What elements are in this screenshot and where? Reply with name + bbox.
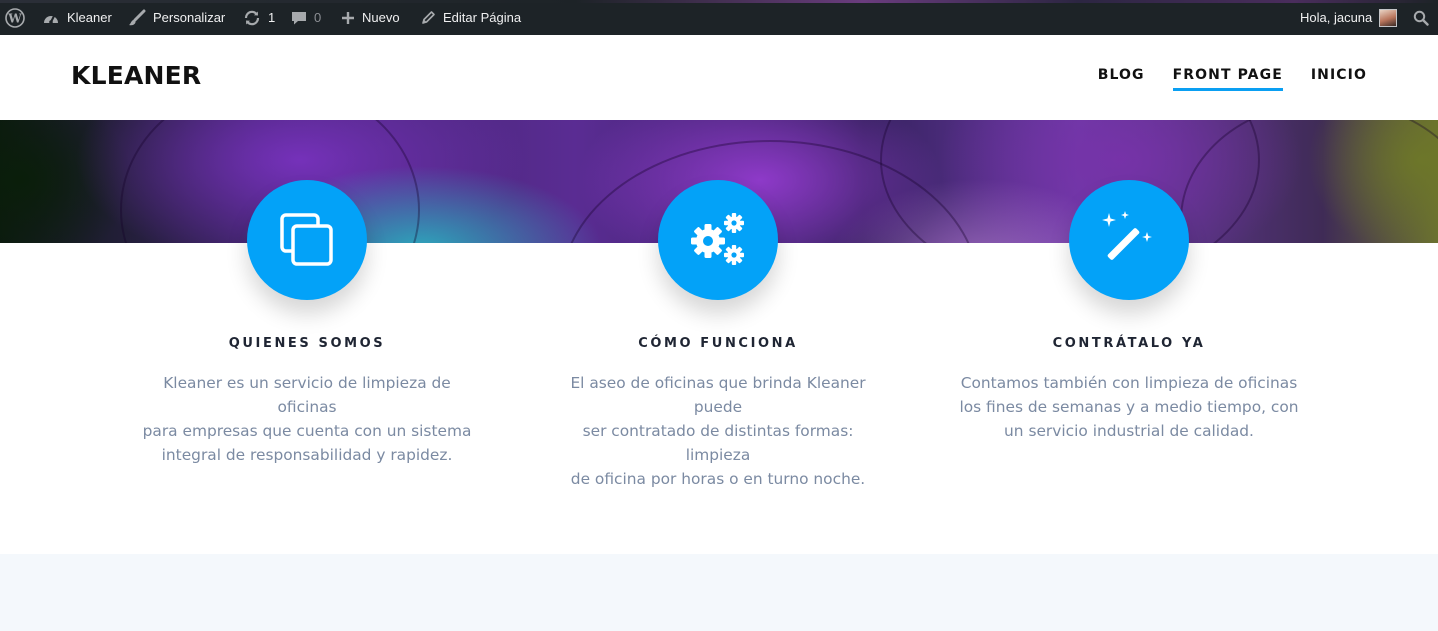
feature-description: Contamos también con limpieza de oficina… <box>959 371 1299 443</box>
site-name-label: Kleaner <box>67 10 112 25</box>
comments-count: 0 <box>314 10 322 25</box>
feature-description-line: los fines de semanas y a medio tiempo, c… <box>959 398 1299 416</box>
search-button[interactable] <box>1413 0 1429 35</box>
feature-description-line: Contamos también con limpieza de oficina… <box>960 374 1298 392</box>
feature-icon-circle <box>247 180 367 300</box>
feature-description-line: ser contratado de distintas formas: limp… <box>582 422 854 464</box>
feature-title: QUIENES SOMOS <box>228 336 386 351</box>
site-logo-text[interactable]: KLEANER <box>71 61 201 90</box>
feature-description-line: de oficina por horas o en turno noche. <box>570 470 866 488</box>
edit-page-link[interactable]: Editar Página <box>420 0 521 35</box>
customize-label: Personalizar <box>153 10 226 25</box>
main-navigation: BLOG FRONT PAGE INICIO <box>1098 67 1367 91</box>
plus-icon <box>342 11 354 24</box>
gears-icon <box>691 213 744 265</box>
my-account-link[interactable]: Hola, jacuna <box>1300 0 1398 35</box>
feature-icon-circle <box>658 180 778 300</box>
feature-title: CONTRÁTALO YA <box>1052 336 1206 351</box>
nav-item-blog[interactable]: BLOG <box>1098 67 1145 91</box>
updates-link[interactable]: 1 <box>243 0 275 35</box>
pencil-icon <box>422 10 435 24</box>
wordpress-icon: W <box>5 7 25 28</box>
new-content-link[interactable]: Nuevo <box>341 0 400 35</box>
feature-title: CÓMO FUNCIONA <box>638 336 798 351</box>
comments-link[interactable]: 0 <box>291 0 321 35</box>
dashboard-icon <box>44 15 58 24</box>
updates-icon <box>244 10 260 25</box>
avatar <box>1379 8 1398 27</box>
brush-icon <box>129 9 146 25</box>
feature-description-line: El aseo de oficinas que brinda Kleaner p… <box>570 374 866 416</box>
feature-description-line: para empresas que cuenta con un sistema <box>142 422 472 440</box>
updates-count: 1 <box>268 10 276 25</box>
customize-link[interactable]: Personalizar <box>128 0 225 35</box>
nav-item-inicio[interactable]: INICIO <box>1311 67 1367 91</box>
feature-description-line: integral de responsabilidad y rapidez. <box>161 446 453 464</box>
feature-icon-circle <box>1069 180 1189 300</box>
feature-quienes-somos: QUIENES SOMOS Kleaner es un servicio de … <box>137 180 477 467</box>
feature-description-line: un servicio industrial de calidad. <box>1004 422 1254 440</box>
feature-description: El aseo de oficinas que brinda Kleaner p… <box>548 371 888 491</box>
feature-description: Kleaner es un servicio de limpieza de of… <box>137 371 477 467</box>
site-header: KLEANER BLOG FRONT PAGE INICIO <box>0 35 1438 120</box>
nav-item-front-page[interactable]: FRONT PAGE <box>1172 67 1284 91</box>
new-label: Nuevo <box>362 10 400 25</box>
comment-icon <box>292 11 306 24</box>
greeting-label: Hola, jacuna <box>1300 10 1373 25</box>
copy-icon <box>280 213 333 266</box>
wordpress-logo-button[interactable]: W <box>5 0 25 35</box>
svg-text:W: W <box>7 11 22 25</box>
admin-bar: W Kleaner Personalizar 1 0 Nuevo Editar … <box>0 0 1438 35</box>
magic-wand-icon <box>1102 211 1152 260</box>
feature-como-funciona: CÓMO FUNCIONA El aseo de oficinas que br… <box>548 180 888 491</box>
next-section-background <box>0 554 1438 631</box>
site-name-link[interactable]: Kleaner <box>42 0 112 35</box>
search-icon <box>1413 10 1429 26</box>
feature-description-line: Kleaner es un servicio de limpieza de of… <box>163 374 451 416</box>
edit-page-label: Editar Página <box>443 10 522 25</box>
feature-contratalo-ya: CONTRÁTALO YA Contamos también con limpi… <box>959 180 1299 443</box>
